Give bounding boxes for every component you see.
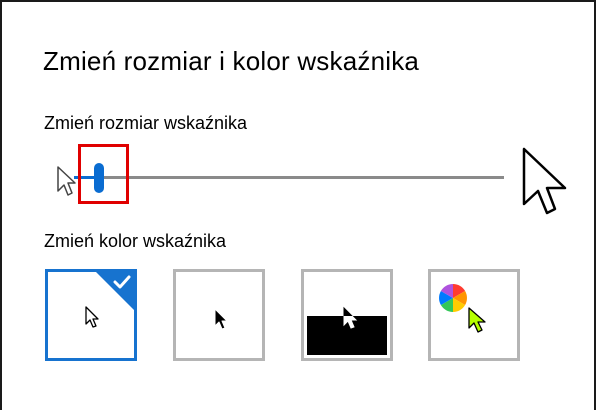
color-option-black[interactable] bbox=[173, 269, 265, 361]
color-option-white[interactable] bbox=[45, 269, 137, 361]
small-pointer-icon bbox=[56, 165, 76, 202]
slider-thumb-highlight bbox=[78, 144, 129, 204]
settings-panel: Zmień rozmiar i kolor wskaźnika Zmień ro… bbox=[0, 0, 596, 410]
pointer-size-slider[interactable] bbox=[74, 163, 506, 193]
inverted-pointer-icon bbox=[342, 306, 358, 337]
color-option-custom[interactable] bbox=[428, 269, 520, 361]
white-pointer-icon bbox=[84, 305, 100, 334]
pointer-color-label: Zmień kolor wskaźnika bbox=[44, 231, 227, 251]
page-title: Zmień rozmiar i kolor wskaźnika bbox=[43, 46, 420, 76]
color-option-inverted[interactable] bbox=[301, 269, 393, 361]
large-pointer-icon bbox=[521, 146, 569, 225]
black-pointer-icon bbox=[213, 307, 229, 336]
slider-track[interactable] bbox=[100, 176, 504, 179]
custom-color-pointer-icon bbox=[467, 306, 487, 339]
checkmark-icon bbox=[113, 274, 131, 295]
pointer-size-label: Zmień rozmiar wskaźnika bbox=[44, 113, 248, 133]
color-wheel-icon bbox=[438, 283, 468, 318]
